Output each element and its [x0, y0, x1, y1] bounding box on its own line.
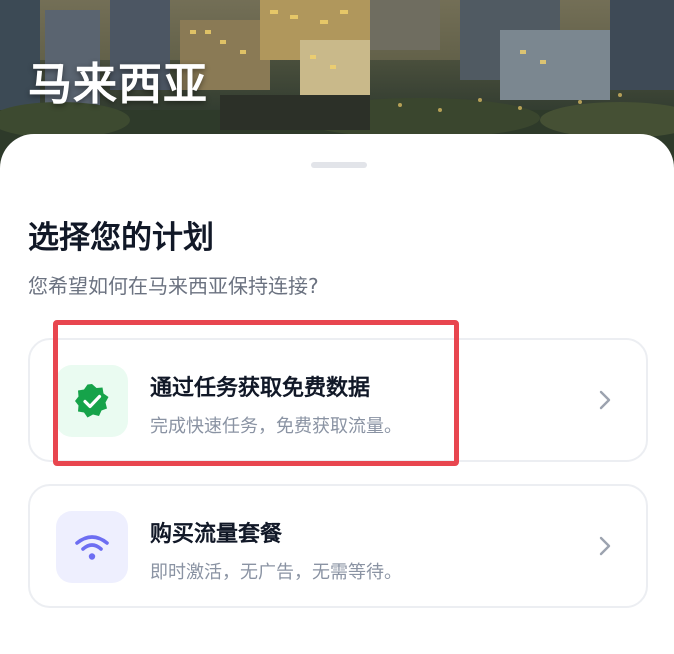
option-description: 完成快速任务，免费获取流量。	[150, 416, 402, 437]
verified-check-badge-icon	[56, 365, 128, 437]
option-title: 通过任务获取免费数据	[150, 376, 371, 401]
option-description: 即时激活，无广告，无需等待。	[150, 562, 402, 583]
plan-title: 选择您的计划	[28, 220, 214, 256]
chevron-right-icon	[599, 536, 611, 556]
wifi-icon	[56, 511, 128, 583]
option-free-data-tasks[interactable]: 通过任务获取免费数据 完成快速任务，免费获取流量。	[28, 338, 648, 462]
plan-subtitle: 您希望如何在马来西亚保持连接?	[28, 274, 319, 298]
option-title: 购买流量套餐	[150, 522, 283, 547]
option-buy-data-plan[interactable]: 购买流量套餐 即时激活，无广告，无需等待。	[28, 484, 648, 608]
country-title: 马来西亚	[28, 59, 208, 110]
sheet-drag-handle[interactable]	[311, 162, 367, 168]
chevron-right-icon	[599, 390, 611, 410]
